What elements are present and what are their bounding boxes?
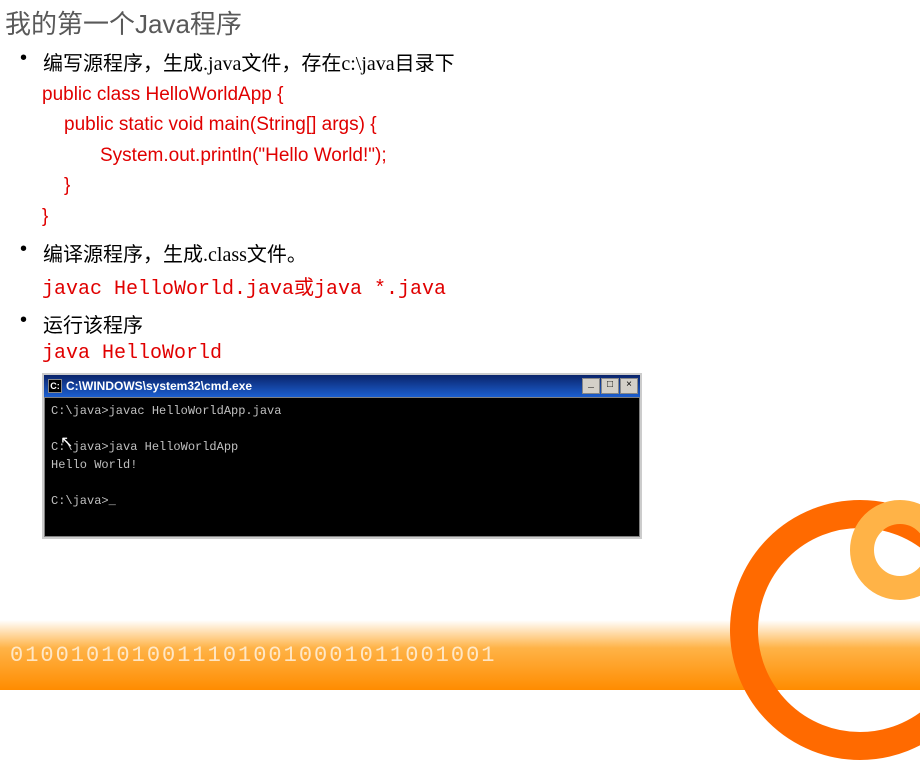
code-line-3: System.out.println("Hello World!");	[20, 141, 920, 171]
window-buttons: _ □ ×	[582, 378, 638, 394]
binary-decoration: 01001010100111010010001011001001	[10, 643, 496, 668]
bullet-dot: •	[20, 309, 27, 338]
bullet-3-text: 运行该程序	[43, 309, 143, 338]
decorative-circles	[700, 460, 920, 720]
close-button[interactable]: ×	[620, 378, 638, 394]
slide-title: 我的第一个Java程序	[0, 0, 920, 43]
maximize-button[interactable]: □	[601, 378, 619, 394]
run-command: java HelloWorld	[20, 342, 920, 365]
terminal-title: C:\WINDOWS\system32\cmd.exe	[66, 379, 252, 393]
terminal-body: C:\java>javac HelloWorldApp.java C:\java…	[44, 397, 640, 537]
code-line-1: public class HelloWorldApp {	[20, 80, 920, 110]
terminal-titlebar: C: C:\WINDOWS\system32\cmd.exe _ □ ×	[44, 375, 640, 397]
bullet-2-text: 编译源程序，生成.class文件。	[43, 238, 307, 267]
cmd-icon: C:	[48, 379, 62, 393]
compile-command: javac HelloWorld.java或java *.java	[20, 271, 920, 301]
bullet-1-text: 编写源程序，生成.java文件，存在c:\java目录下	[43, 47, 455, 76]
minimize-button[interactable]: _	[582, 378, 600, 394]
code-line-4: }	[20, 171, 920, 201]
bullet-dot: •	[20, 47, 27, 76]
bullet-1: • 编写源程序，生成.java文件，存在c:\java目录下	[20, 47, 920, 76]
bullet-dot: •	[20, 238, 27, 267]
cursor-icon: ↖	[60, 432, 73, 452]
bullet-2: • 编译源程序，生成.class文件。	[20, 238, 920, 267]
terminal-window: C: C:\WINDOWS\system32\cmd.exe _ □ × C:\…	[42, 373, 642, 539]
code-line-2: public static void main(String[] args) {	[20, 110, 920, 140]
code-line-5: }	[20, 202, 920, 232]
bullet-3: • 运行该程序	[20, 309, 920, 338]
